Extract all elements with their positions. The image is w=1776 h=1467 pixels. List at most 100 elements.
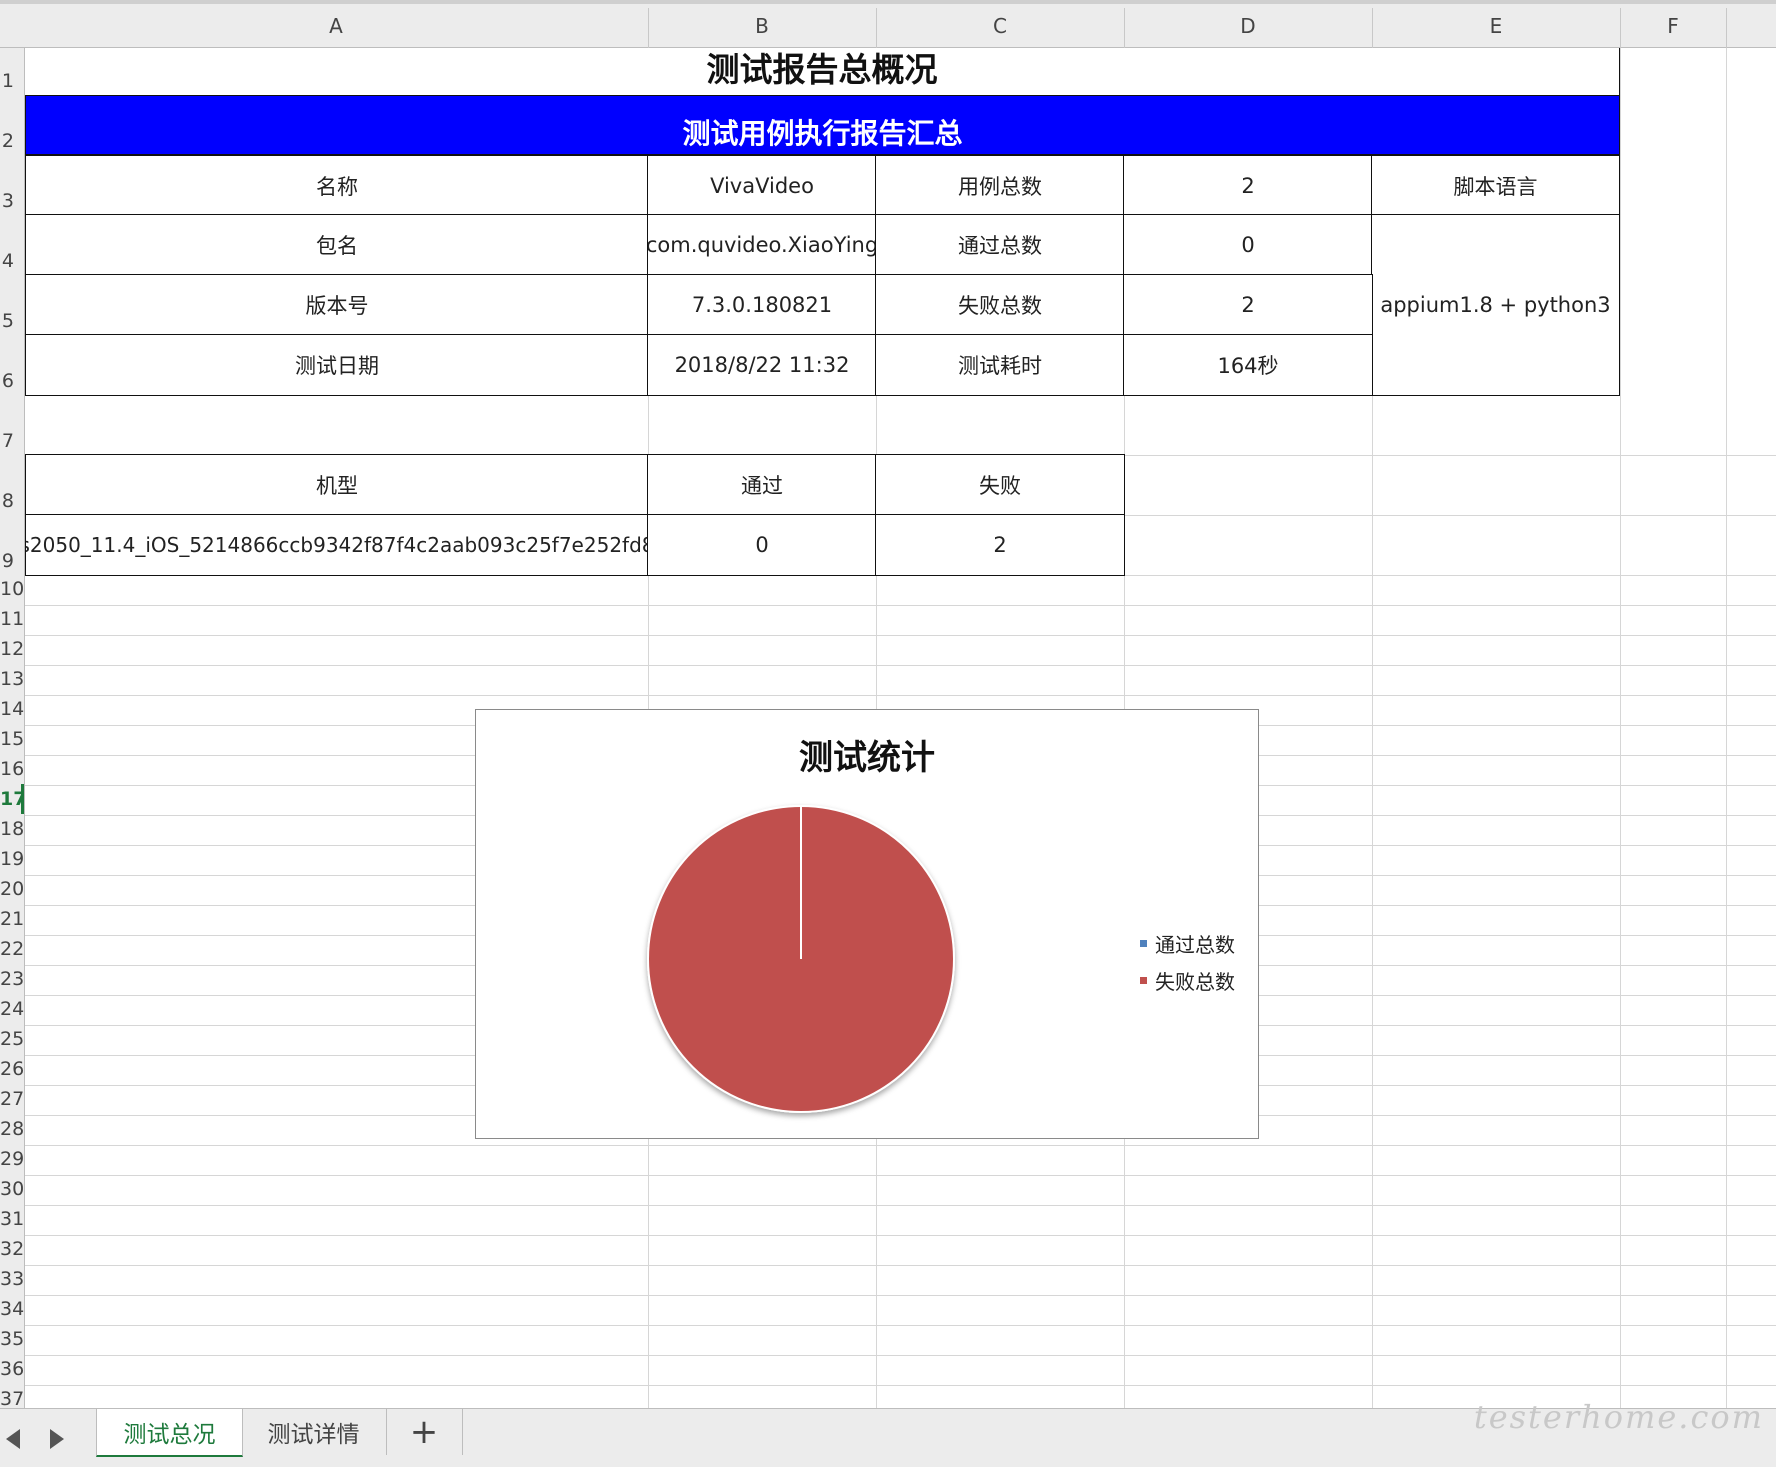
next-sheet-icon[interactable] (50, 1429, 64, 1449)
row-header[interactable]: 21 (0, 908, 24, 930)
summary-banner-cell[interactable]: 测试用例执行报告汇总 (25, 95, 1620, 155)
fail-total-value-cell[interactable]: 2 (1123, 274, 1373, 336)
row-header[interactable]: 23 (0, 968, 24, 990)
grid-line (24, 1385, 1776, 1386)
pass-header-cell[interactable]: 通过 (647, 454, 877, 516)
row-header[interactable]: 35 (0, 1328, 24, 1350)
row-header[interactable]: 29 (0, 1148, 24, 1170)
column-header-g[interactable]: G (1768, 14, 1776, 38)
grid-line (1620, 48, 1621, 1408)
row-header[interactable]: 19 (0, 848, 24, 870)
row-header[interactable]: 27 (0, 1088, 24, 1110)
column-header-c[interactable]: C (876, 14, 1124, 38)
pass-total-label-cell[interactable]: 通过总数 (875, 214, 1125, 276)
legend-swatch-pass (1140, 940, 1147, 947)
row-header[interactable]: 24 (0, 998, 24, 1020)
column-header-e[interactable]: E (1372, 14, 1620, 38)
row-header-active[interactable]: 17 (0, 788, 24, 810)
device-header-cell[interactable]: 机型 (25, 454, 649, 516)
name-label-cell[interactable]: 名称 (25, 155, 649, 216)
grid-line (24, 1295, 1776, 1296)
column-header-f[interactable]: F (1620, 14, 1726, 38)
row-header[interactable]: 30 (0, 1178, 24, 1200)
grid-line (24, 1235, 1776, 1236)
pass-total-value-cell[interactable]: 0 (1123, 214, 1373, 276)
grid-line (24, 605, 1776, 606)
row-header[interactable]: 9 (0, 550, 14, 572)
duration-label-cell[interactable]: 测试耗时 (875, 334, 1125, 396)
date-label-cell[interactable]: 测试日期 (25, 334, 649, 396)
row-header[interactable]: 8 (0, 490, 14, 512)
grid-line (1124, 515, 1776, 516)
row-header[interactable]: 12 (0, 638, 24, 660)
row-header[interactable]: 26 (0, 1058, 24, 1080)
legend-label-pass: 通过总数 (1155, 933, 1235, 957)
package-label-cell[interactable]: 包名 (25, 214, 649, 276)
total-label-cell[interactable]: 用例总数 (875, 155, 1125, 216)
report-title-cell[interactable]: 测试报告总概况 (25, 48, 1620, 95)
fail-total-label-cell[interactable]: 失败总数 (875, 274, 1125, 336)
grid-line (24, 1175, 1776, 1176)
row-header[interactable]: 10 (0, 578, 24, 600)
fail-header-cell[interactable]: 失败 (875, 454, 1125, 516)
row-header[interactable]: 6 (0, 370, 14, 392)
row-header[interactable]: 33 (0, 1268, 24, 1290)
row-header[interactable]: 22 (0, 938, 24, 960)
device-fail-cell[interactable]: 2 (875, 514, 1125, 576)
row-header[interactable]: 25 (0, 1028, 24, 1050)
row-header[interactable]: 16 (0, 758, 24, 780)
row-header[interactable]: 3 (0, 190, 14, 212)
row-header[interactable]: 14 (0, 698, 24, 720)
pie-chart[interactable]: 测试统计 通过总数 失败总数 (475, 709, 1259, 1139)
row-header[interactable]: 32 (0, 1238, 24, 1260)
device-pass-cell[interactable]: 0 (647, 514, 877, 576)
row-header[interactable]: 20 (0, 878, 24, 900)
grid-line (24, 1205, 1776, 1206)
grid-line (1124, 455, 1776, 456)
legend-item-fail: 失败总数 (1140, 966, 1235, 995)
legend-swatch-fail (1140, 977, 1147, 984)
row-header[interactable]: 37 (0, 1388, 24, 1408)
row-header[interactable]: 31 (0, 1208, 24, 1230)
duration-value-cell[interactable]: 164秒 (1123, 334, 1373, 396)
row-header[interactable]: 4 (0, 250, 14, 272)
tab-test-details[interactable]: 测试详情 (241, 1409, 387, 1455)
row-header[interactable]: 36 (0, 1358, 24, 1380)
row-header[interactable]: 1 (0, 70, 14, 92)
package-value-cell[interactable]: com.quvideo.XiaoYing (647, 214, 877, 276)
column-header-b[interactable]: B (648, 14, 876, 38)
device-name-cell[interactable]: 6s2050_11.4_iOS_5214866ccb9342f87f4c2aab… (25, 514, 649, 576)
total-value-cell[interactable]: 2 (1123, 155, 1373, 216)
version-label-cell[interactable]: 版本号 (25, 274, 649, 336)
column-separator[interactable] (1726, 8, 1727, 52)
grid-line (24, 635, 1776, 636)
column-header-d[interactable]: D (1124, 14, 1372, 38)
grid-line (24, 1325, 1776, 1326)
row-header[interactable]: 7 (0, 430, 14, 452)
lang-value-cell[interactable]: appium1.8 + python3 (1371, 214, 1620, 396)
add-sheet-button[interactable]: + (386, 1409, 463, 1455)
tab-test-summary[interactable]: 测试总况 (96, 1409, 243, 1457)
row-header[interactable]: 18 (0, 818, 24, 840)
previous-sheet-icon[interactable] (6, 1429, 20, 1449)
row-header[interactable]: 34 (0, 1298, 24, 1320)
grid-line (1726, 48, 1727, 1408)
active-row-indicator (21, 784, 24, 814)
date-value-cell[interactable]: 2018/8/22 11:32 (647, 334, 877, 396)
column-header-a[interactable]: A (24, 14, 648, 38)
grid-line (24, 1145, 1776, 1146)
version-value-cell[interactable]: 7.3.0.180821 (647, 274, 877, 336)
row-header[interactable]: 13 (0, 668, 24, 690)
name-value-cell[interactable]: VivaVideo (647, 155, 877, 216)
row-header[interactable]: 5 (0, 310, 14, 332)
row-header[interactable]: 28 (0, 1118, 24, 1140)
grid-line (24, 665, 1776, 666)
row-header-bar: 1 2 3 4 5 6 7 8 9 10 11 12 13 14 15 16 1… (0, 48, 25, 1408)
chart-title: 测试统计 (799, 738, 935, 778)
row-header[interactable]: 15 (0, 728, 24, 750)
row-header[interactable]: 2 (0, 130, 14, 152)
legend-label-fail: 失败总数 (1155, 970, 1235, 994)
lang-label-cell[interactable]: 脚本语言 (1371, 155, 1620, 216)
grid-line (24, 1355, 1776, 1356)
row-header[interactable]: 11 (0, 608, 24, 630)
